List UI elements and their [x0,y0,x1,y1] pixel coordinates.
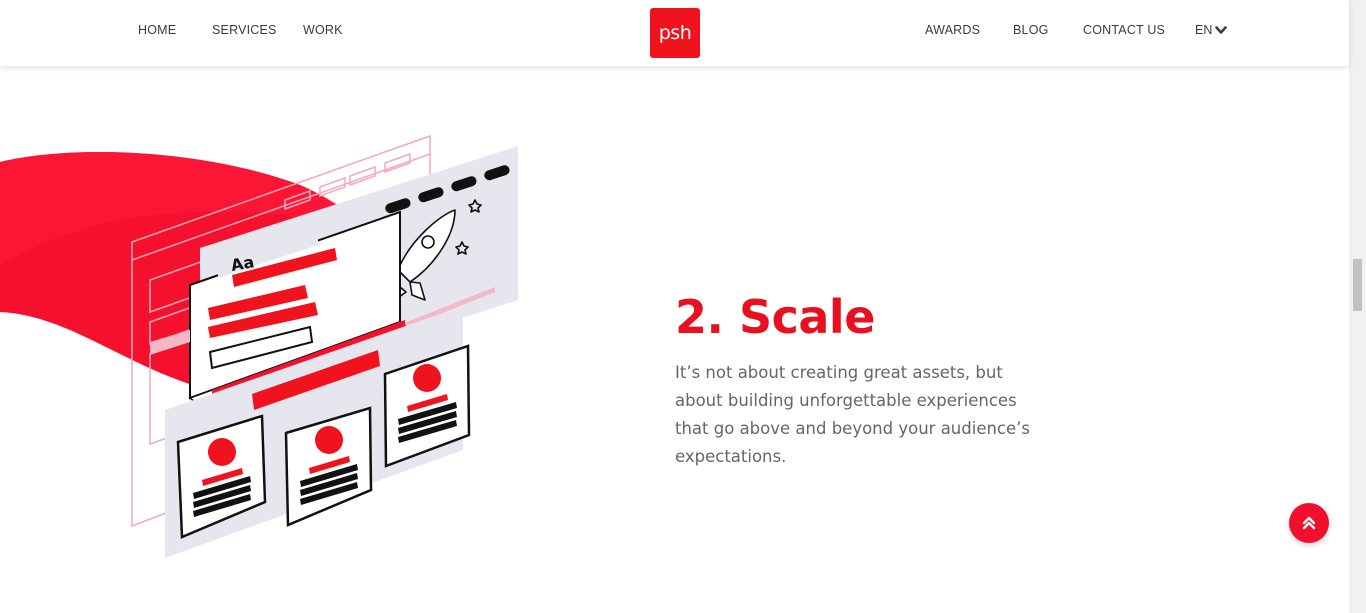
nav-work-link[interactable]: WORK [303,23,343,37]
site-logo[interactable]: psh [650,8,700,58]
logo-text: psh [658,22,692,44]
language-label: EN [1195,23,1213,37]
section-description: It’s not about creating great assets, bu… [675,363,1030,466]
nav-home-link[interactable]: HOME [138,23,176,37]
section-heading: 2. Scale [675,290,875,344]
page: HOME SERVICES WORK psh AWARDS BLOG CONTA… [0,0,1366,613]
scrollbar-thumb[interactable] [1353,259,1362,311]
language-selector[interactable]: EN [1195,23,1228,37]
nav-awards-link[interactable]: AWARDS [925,23,980,37]
nav-services-link[interactable]: SERVICES [212,23,277,37]
vertical-scrollbar[interactable] [1349,0,1366,613]
site-header: HOME SERVICES WORK psh AWARDS BLOG CONTA… [0,0,1349,66]
scale-illustration: Aa [0,134,518,558]
nav-blog-link[interactable]: BLOG [1013,23,1049,37]
back-to-top-button[interactable] [1289,503,1329,543]
nav-contact-link[interactable]: CONTACT US [1083,23,1165,37]
double-chevron-up-icon [1302,516,1316,530]
chevron-down-icon [1215,25,1228,34]
